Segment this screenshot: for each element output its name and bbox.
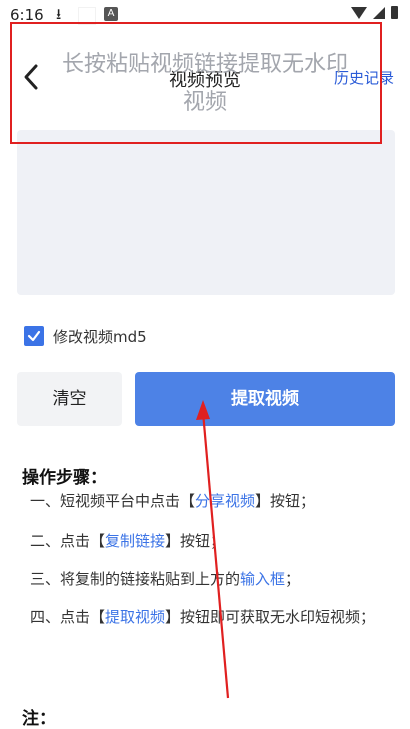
md5-checkbox[interactable] [24, 326, 44, 346]
step-2-suffix: 】按钮； [165, 532, 226, 550]
step-2: 二、点击【复制链接】按钮； [30, 522, 380, 560]
step-3-suffix: ； [285, 570, 301, 588]
step-4-highlight: 提取视频 [105, 608, 166, 626]
step-1-suffix: 】按钮； [255, 492, 316, 510]
step-4-suffix: 】按钮即可获取无水印短视频； [165, 608, 376, 626]
step-4-prefix: 四、点击【 [30, 608, 106, 626]
step-3-highlight: 输入框 [240, 570, 286, 588]
step-1-highlight: 分享视频 [195, 492, 256, 510]
step-1-prefix: 一、短视频平台中点击【 [30, 492, 196, 510]
step-3-prefix: 三、将复制的链接粘贴到上方的 [30, 570, 241, 588]
step-4: 四、点击【提取视频】按钮即可获取无水印短视频； [30, 598, 380, 636]
wifi-icon [351, 6, 367, 19]
check-icon [27, 330, 41, 342]
md5-label: 修改视频md5 [53, 327, 147, 346]
extract-video-button[interactable]: 提取视频 [135, 372, 395, 426]
step-1: 一、短视频平台中点击【分享视频】按钮； [30, 482, 380, 520]
status-icons [351, 6, 398, 19]
note-title: 注： [22, 709, 56, 729]
link-input[interactable] [17, 130, 395, 295]
step-3: 三、将复制的链接粘贴到上方的输入框； [30, 560, 380, 598]
battery-icon [391, 6, 398, 19]
app-notification-icon: A [104, 7, 118, 21]
link-input-placeholder: 长按粘贴视频链接提取无水印 视频 [20, 46, 390, 122]
placeholder-line-2: 视频 [182, 90, 227, 115]
step-2-prefix: 二、点击【 [30, 532, 106, 550]
placeholder-line-1: 长按粘贴视频链接提取无水印 [61, 52, 348, 77]
step-2-highlight: 复制链接 [105, 532, 166, 550]
clear-button[interactable]: 清空 [17, 372, 122, 426]
md5-option[interactable]: 修改视频md5 [24, 324, 147, 348]
signal-icon [373, 6, 385, 19]
